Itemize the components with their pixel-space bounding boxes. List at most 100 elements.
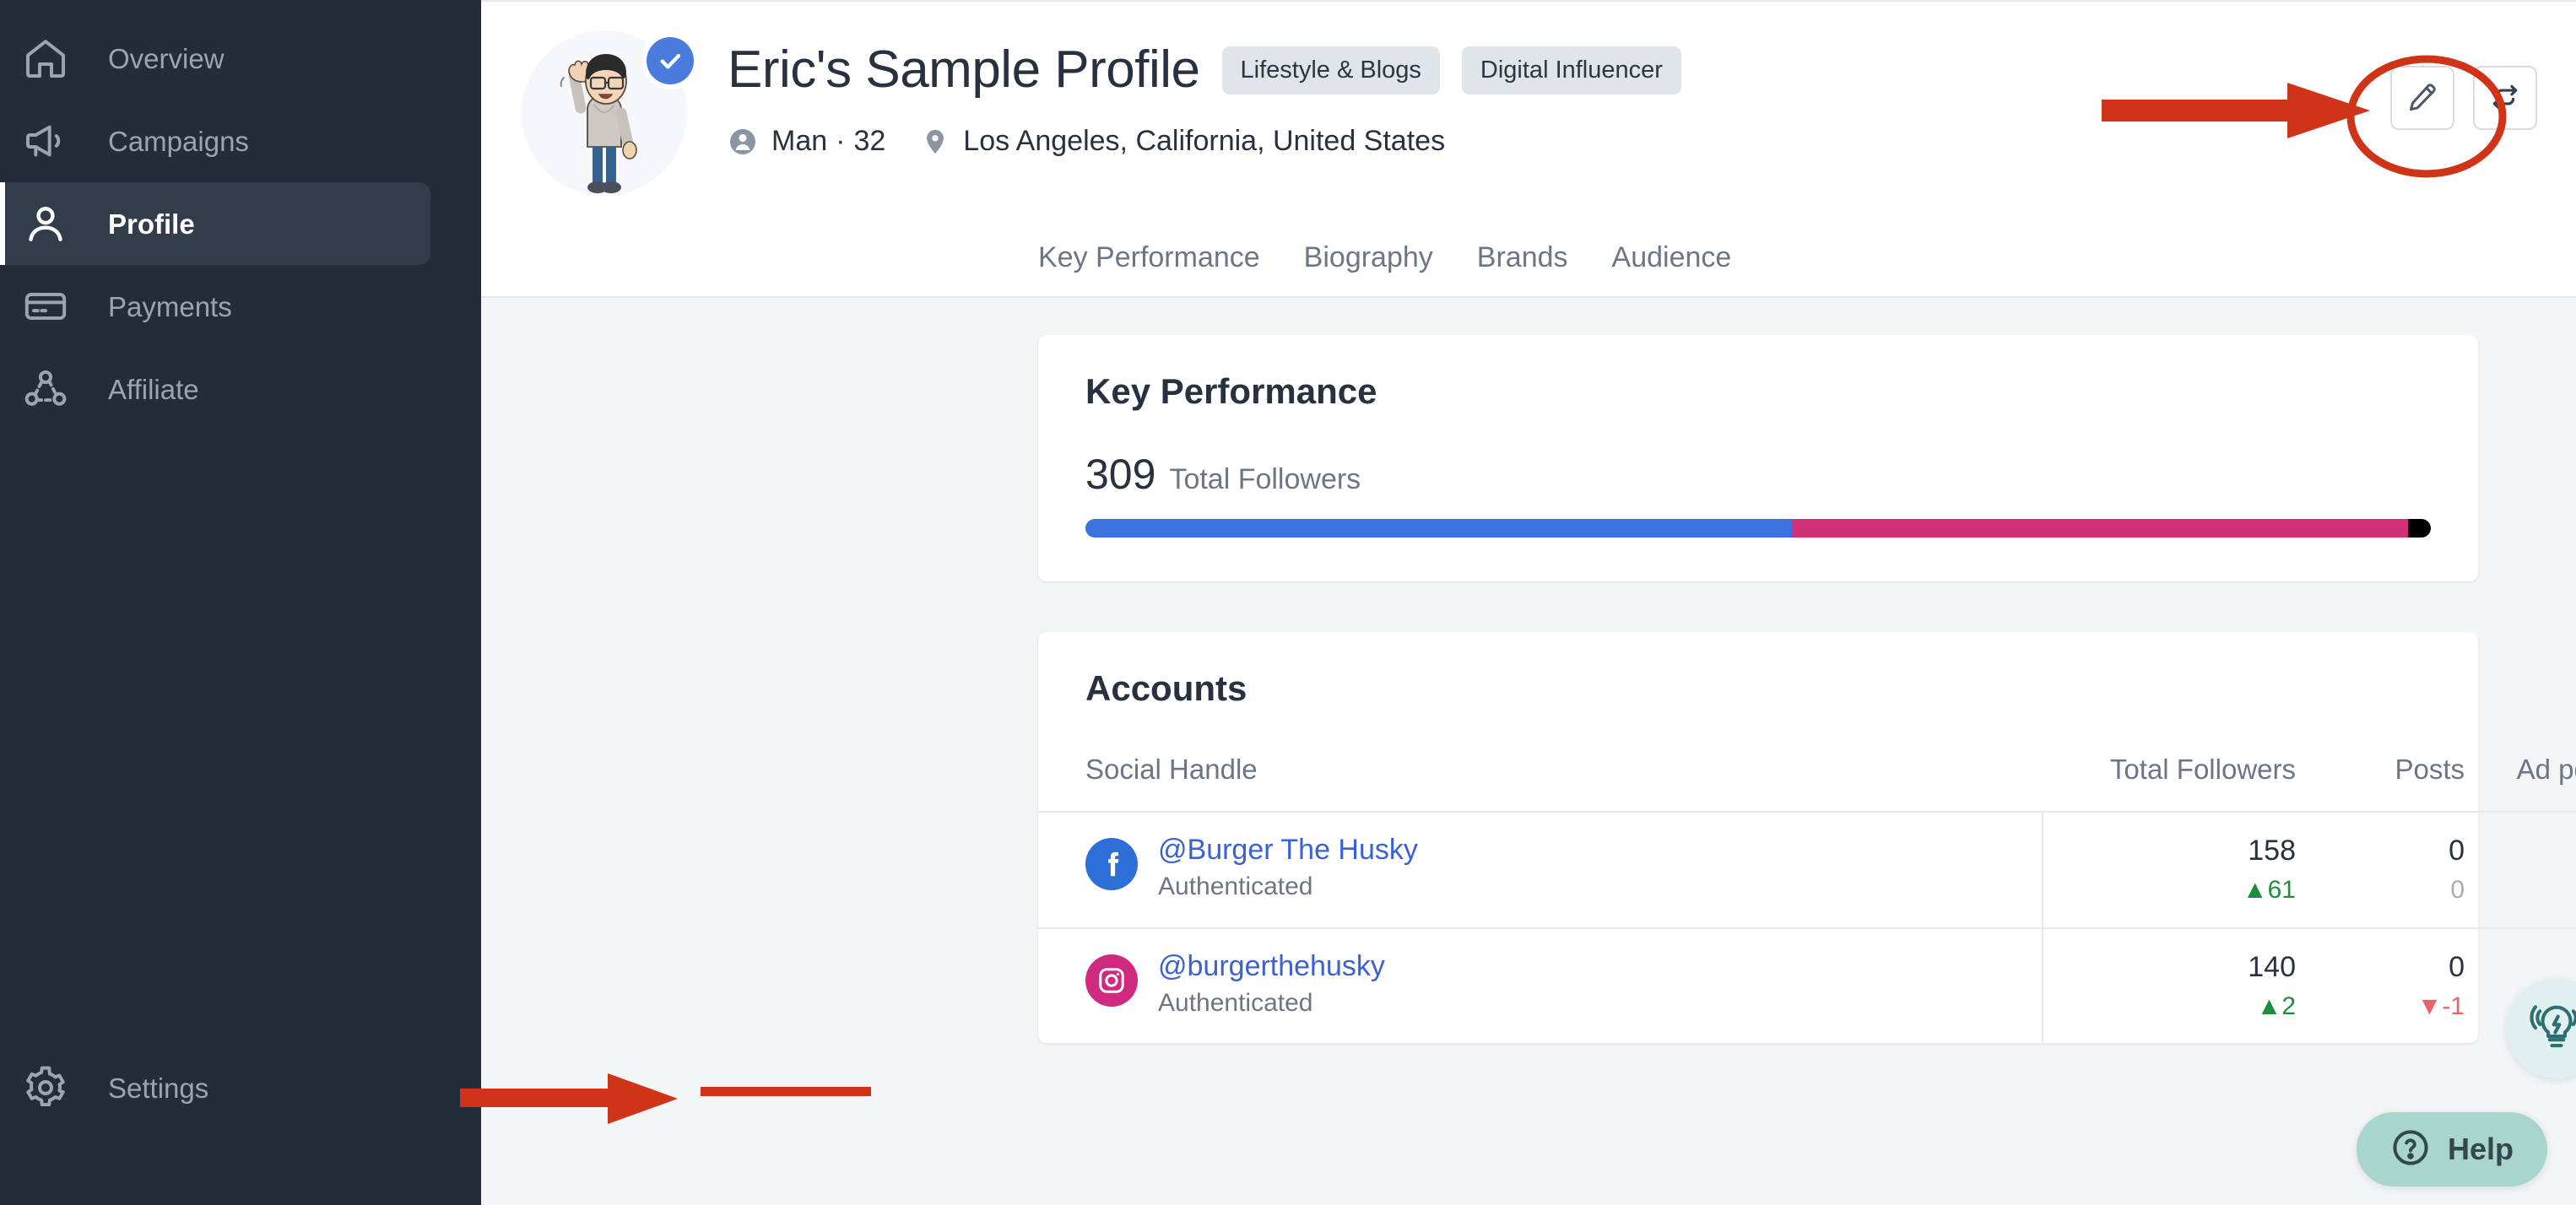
sidebar-item-label: Settings — [108, 1074, 208, 1102]
cell-posts: 0 ▼-1 — [2296, 928, 2465, 1044]
col-total-followers[interactable]: Total Followers — [2043, 706, 2296, 812]
question-circle-icon — [2390, 1127, 2431, 1172]
home-icon — [19, 31, 73, 85]
posts-delta: 0 — [2296, 876, 2465, 905]
key-performance-card: Key Performance 309 Total Followers — [1038, 335, 2478, 581]
profile-location: Los Angeles, California, United States — [963, 125, 1445, 158]
sidebar: Overview Campaigns — [0, 0, 481, 1205]
person-circle-icon — [728, 127, 758, 157]
tab-audience[interactable]: Audience — [1590, 241, 1754, 296]
content-area: Key Performance 309 Total Followers Acco… — [481, 298, 2576, 1043]
col-social-handle[interactable]: Social Handle — [1038, 706, 2043, 812]
profile-location-item: Los Angeles, California, United States — [921, 125, 1445, 158]
cell-total-followers: 158 ▲61 — [2043, 812, 2296, 928]
verified-badge-icon — [647, 37, 694, 84]
profile-title-row: Eric's Sample Profile Lifestyle & Blogs … — [728, 44, 2542, 96]
total-followers-delta: ▲2 — [2043, 992, 2296, 1022]
table-row[interactable]: @burgerthehusky Authenticated 140 ▲2 — [1038, 928, 2576, 1044]
sidebar-item-profile[interactable]: Profile — [0, 182, 430, 265]
total-followers-kpi: 309 Total Followers — [1085, 453, 2431, 495]
bar-segment-facebook — [1085, 519, 1792, 538]
key-performance-title: Key Performance — [1085, 374, 2431, 409]
bar-segment-tiktok — [2408, 519, 2431, 538]
credit-card-icon — [19, 279, 73, 333]
accounts-card: Accounts Social Handle Total Followers P… — [1038, 632, 2478, 1043]
tab-brands[interactable]: Brands — [1455, 241, 1590, 296]
account-handle-link[interactable]: @burgerthehusky — [1158, 951, 1385, 982]
col-ad-posts[interactable]: Ad posts — [2465, 706, 2576, 812]
posts-value: 0 — [2296, 835, 2465, 867]
sidebar-item-overview[interactable]: Overview — [0, 17, 481, 100]
sidebar-nav-list: Overview Campaigns — [0, 0, 481, 430]
instagram-icon — [1085, 954, 1138, 1007]
pencil-icon — [2406, 81, 2438, 116]
cell-posts: 0 0 — [2296, 812, 2465, 928]
total-followers-label: Total Followers — [1169, 465, 1361, 494]
sidebar-settings-group: Settings — [0, 1046, 481, 1129]
account-handle-link[interactable]: @Burger The Husky — [1158, 835, 1418, 866]
header-actions — [2390, 66, 2537, 130]
posts-value: 0 — [2296, 951, 2465, 984]
accounts-table-body: @Burger The Husky Authenticated 158 ▲61 — [1038, 812, 2576, 1043]
lightbulb-icon — [2529, 999, 2576, 1059]
profile-info: Eric's Sample Profile Lifestyle & Blogs … — [728, 25, 2542, 158]
sidebar-item-label: Payments — [108, 293, 232, 321]
col-posts[interactable]: Posts — [2296, 706, 2465, 812]
sync-button[interactable] — [2473, 66, 2537, 130]
refresh-sync-icon — [2489, 81, 2521, 116]
cell-social-handle: @Burger The Husky Authenticated — [1038, 812, 2043, 928]
profile-meta-separator: · — [836, 125, 845, 158]
accounts-title: Accounts — [1038, 671, 2478, 706]
tab-key-performance[interactable]: Key Performance — [1038, 241, 1282, 296]
sidebar-item-campaigns[interactable]: Campaigns — [0, 100, 481, 182]
total-followers-value: 309 — [1085, 453, 1155, 495]
accounts-table: Social Handle Total Followers Posts Ad p… — [1038, 706, 2576, 1043]
handle-text-group: @Burger The Husky Authenticated — [1158, 835, 1418, 900]
sidebar-item-payments[interactable]: Payments — [0, 265, 481, 348]
help-button-label: Help — [2448, 1134, 2514, 1164]
sidebar-item-label: Campaigns — [108, 127, 249, 155]
total-followers-value: 158 — [2043, 835, 2296, 867]
accounts-table-head: Social Handle Total Followers Posts Ad p… — [1038, 706, 2576, 812]
tab-biography[interactable]: Biography — [1282, 241, 1455, 296]
profile-gender: Man — [771, 125, 827, 158]
profile-gender-age: Man · 32 — [728, 125, 885, 158]
profile-tabs: Key Performance Biography Brands Audienc… — [481, 241, 2576, 298]
facebook-icon — [1085, 838, 1138, 890]
account-auth-status: Authenticated — [1158, 873, 1418, 900]
cell-ad-posts: 0 — [2465, 812, 2576, 928]
page-title: Eric's Sample Profile — [728, 44, 1200, 96]
help-button[interactable]: Help — [2357, 1112, 2547, 1186]
ad-posts-value: 0 — [2465, 835, 2576, 900]
profile-header: Eric's Sample Profile Lifestyle & Blogs … — [481, 2, 2576, 298]
affiliate-network-icon — [19, 362, 73, 416]
handle-text-group: @burgerthehusky Authenticated — [1158, 951, 1385, 1017]
bar-segment-instagram — [1792, 519, 2408, 538]
user-icon — [19, 197, 73, 251]
sidebar-item-label: Affiliate — [108, 376, 199, 403]
followers-stacked-bar — [1085, 519, 2431, 538]
location-pin-icon — [921, 127, 950, 156]
profile-meta-row: Man · 32 Los Ange — [728, 125, 2542, 158]
gear-icon — [19, 1061, 73, 1115]
sidebar-item-affiliate[interactable]: Affiliate — [0, 348, 481, 430]
total-followers-value: 140 — [2043, 951, 2296, 984]
app-root: Overview Campaigns — [0, 0, 2576, 1205]
main-content: Eric's Sample Profile Lifestyle & Blogs … — [481, 0, 2576, 1205]
sidebar-item-settings[interactable]: Settings — [0, 1046, 481, 1129]
profile-tag-influencer[interactable]: Digital Influencer — [1462, 46, 1681, 95]
megaphone-icon — [19, 114, 73, 168]
sidebar-item-label: Overview — [108, 45, 225, 73]
profile-tag-lifestyle[interactable]: Lifestyle & Blogs — [1222, 46, 1440, 95]
profile-age: 32 — [853, 125, 885, 158]
avatar[interactable] — [522, 30, 687, 196]
sidebar-item-label: Profile — [108, 210, 195, 238]
total-followers-delta: ▲61 — [2043, 876, 2296, 905]
table-row[interactable]: @Burger The Husky Authenticated 158 ▲61 — [1038, 812, 2576, 928]
cell-total-followers: 140 ▲2 — [2043, 928, 2296, 1044]
table-header-row: Social Handle Total Followers Posts Ad p… — [1038, 706, 2576, 812]
edit-profile-button[interactable] — [2390, 66, 2454, 130]
posts-delta: ▼-1 — [2296, 992, 2465, 1022]
cell-social-handle: @burgerthehusky Authenticated — [1038, 928, 2043, 1044]
account-auth-status: Authenticated — [1158, 989, 1385, 1017]
